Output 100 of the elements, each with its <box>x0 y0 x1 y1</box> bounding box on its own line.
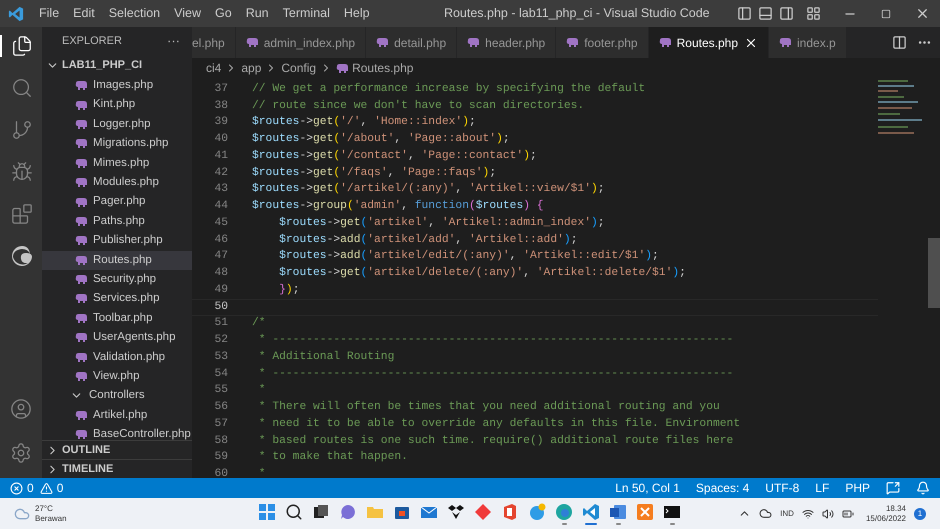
editor-tab[interactable]: footer.php <box>556 27 649 58</box>
editor-tab[interactable]: Routes.php <box>648 27 769 58</box>
line-number: 45 <box>213 216 228 231</box>
clock-time[interactable]: 18.34 <box>886 504 906 514</box>
line-number: 56 <box>213 400 228 416</box>
line-number: 55 <box>213 383 228 398</box>
line-number: 53 <box>213 350 228 365</box>
code-line: * based routes is one such time. require() additional route files here <box>258 434 734 449</box>
php-tree-item[interactable]: Paths.php <box>42 212 192 232</box>
clock-date[interactable]: 15/06/2022 <box>866 514 906 524</box>
line-number: 46 <box>213 232 228 248</box>
menu-item[interactable]: View <box>167 0 208 27</box>
php-tree-item[interactable]: Security.php <box>42 270 192 290</box>
editor-tab[interactable]: detail.php <box>366 27 458 58</box>
php-tree-item[interactable]: Kint.php <box>42 95 192 115</box>
menu-item[interactable]: Terminal <box>276 0 337 27</box>
code-line: $routes->get('artikel', 'Artikel::admin_index'); <box>278 216 605 231</box>
php-tree-item[interactable]: Modules.php <box>42 172 192 192</box>
code-line: // route since we don't have to scan directories. <box>252 98 584 114</box>
notification-badge[interactable]: 1 <box>914 508 926 520</box>
line-number: 48 <box>213 266 228 282</box>
menu-item[interactable]: Selection <box>102 0 168 27</box>
editor-tab[interactable]: el.php <box>192 27 236 58</box>
php-tree-item[interactable]: Validation.php <box>42 347 192 367</box>
status-item[interactable]: LF <box>815 479 830 497</box>
breadcrumb-item[interactable]: Config <box>281 59 316 77</box>
line-number: 43 <box>213 182 228 198</box>
php-tree-item[interactable]: Pager.php <box>42 192 192 212</box>
status-item[interactable]: Ln 50, Col 1 <box>615 479 680 497</box>
code-line: * need it to be able to override any defaults in this file. Environment <box>258 416 740 432</box>
panel-header[interactable]: OUTLINE <box>42 440 192 459</box>
php-tree-item[interactable]: Services.php <box>42 289 192 309</box>
status-item[interactable]: Spaces: 4 <box>696 479 750 497</box>
line-number: 52 <box>213 333 228 348</box>
php-tree-item[interactable]: Artikel.php <box>42 406 192 426</box>
code-line: $routes->get('artikel/delete/(:any)', 'Artikel::delete/$1'); <box>278 266 686 282</box>
code-line: // We get a performance increase by specifying the default <box>252 82 646 97</box>
line-number: 44 <box>213 199 228 214</box>
line-number: 38 <box>213 98 228 114</box>
code-line: * There will often be times that you need additional routing and you <box>258 400 720 416</box>
breadcrumb-item[interactable]: app <box>241 59 262 77</box>
php-tree-item[interactable]: BaseController.php <box>42 425 192 440</box>
window-title: Routes.php - lab11_php_ci - Visual Studio Code <box>442 5 710 22</box>
menu-item[interactable]: Go <box>208 0 239 27</box>
code-line: /* <box>252 316 266 332</box>
line-number: 51 <box>213 316 228 332</box>
line-number: 54 <box>213 366 228 382</box>
php-tree-item[interactable]: Publisher.php <box>42 231 192 251</box>
code-line: }); <box>278 282 300 298</box>
code-line: * -------------------------------------------------------------------- <box>258 366 734 382</box>
line-number: 41 <box>213 148 228 164</box>
line-number: 50 <box>213 300 228 315</box>
breadcrumb-item[interactable]: ci4 <box>206 59 222 77</box>
weather-temperature: 27°C <box>35 504 54 514</box>
line-number: 40 <box>213 132 228 148</box>
php-tree-item[interactable]: View.php <box>42 366 192 386</box>
code-line: $routes->get('/faqs', 'Page::faqs'); <box>252 166 496 181</box>
code-line: * to make that happen. <box>258 450 408 466</box>
code-line: $routes->add('artikel/add', 'Artikel::add'); <box>278 232 578 248</box>
menu-item[interactable]: Run <box>238 0 276 27</box>
php-tree-item[interactable]: UserAgents.php <box>42 328 192 348</box>
line-number: 60 <box>213 467 228 478</box>
line-number: 58 <box>213 434 228 449</box>
code-line: $routes->get('/', 'Home::index'); <box>252 114 476 130</box>
folder-header[interactable]: LAB11_PHP_CI <box>42 55 192 75</box>
editor-tab[interactable]: admin_index.php <box>236 27 366 58</box>
code-line: * -------------------------------------------------------------------- <box>258 332 734 348</box>
code-line: $routes->group('admin', function($routes) { <box>252 198 544 214</box>
menu-item[interactable]: File <box>32 0 66 27</box>
warning-count[interactable]: 0 <box>56 479 64 497</box>
status-item[interactable]: PHP <box>845 479 870 497</box>
code-line: $routes->add('artikel/edit/(:any)', 'Artikel::edit/$1'); <box>278 248 659 264</box>
line-number: 42 <box>213 166 228 181</box>
php-tree-item[interactable]: Logger.php <box>42 114 192 134</box>
code-line: * <box>258 382 266 398</box>
line-number: 59 <box>213 450 228 466</box>
editor-tab[interactable]: header.php <box>457 27 556 58</box>
php-tree-item[interactable]: Mimes.php <box>42 154 192 173</box>
php-tree-item[interactable]: Toolbar.php <box>42 308 192 328</box>
code-line: * Additional Routing <box>258 350 394 365</box>
breadcrumb-item[interactable]: Routes.php <box>352 59 414 77</box>
menu-item[interactable]: Help <box>336 0 377 27</box>
status-item[interactable]: UTF-8 <box>765 479 800 497</box>
line-number: 37 <box>213 82 228 97</box>
more-actions-button[interactable]: ··· <box>167 31 180 51</box>
editor-tab[interactable]: index.p <box>769 27 847 58</box>
sidebar-title: EXPLORER <box>62 34 122 49</box>
menu-item[interactable]: Edit <box>66 0 102 27</box>
line-number: 57 <box>213 416 228 432</box>
php-tree-item[interactable]: Migrations.php <box>42 134 192 154</box>
php-tree-item[interactable]: Images.php <box>42 76 192 96</box>
error-count[interactable]: 0 <box>27 479 34 497</box>
line-number: 47 <box>213 249 228 264</box>
folder-tree-item[interactable]: Controllers <box>42 386 192 406</box>
language-indicator[interactable]: IND <box>780 508 794 520</box>
php-tree-item[interactable]: Routes.php <box>42 250 192 270</box>
code-line: $routes->get('/contact', 'Page::contact'); <box>252 148 537 164</box>
code-line: $routes->get('/about', 'Page::about'); <box>252 132 510 148</box>
line-number: 49 <box>213 282 228 298</box>
code-line: $routes->get('/artikel/(:any)', 'Artikel::view/$1'); <box>252 182 605 198</box>
